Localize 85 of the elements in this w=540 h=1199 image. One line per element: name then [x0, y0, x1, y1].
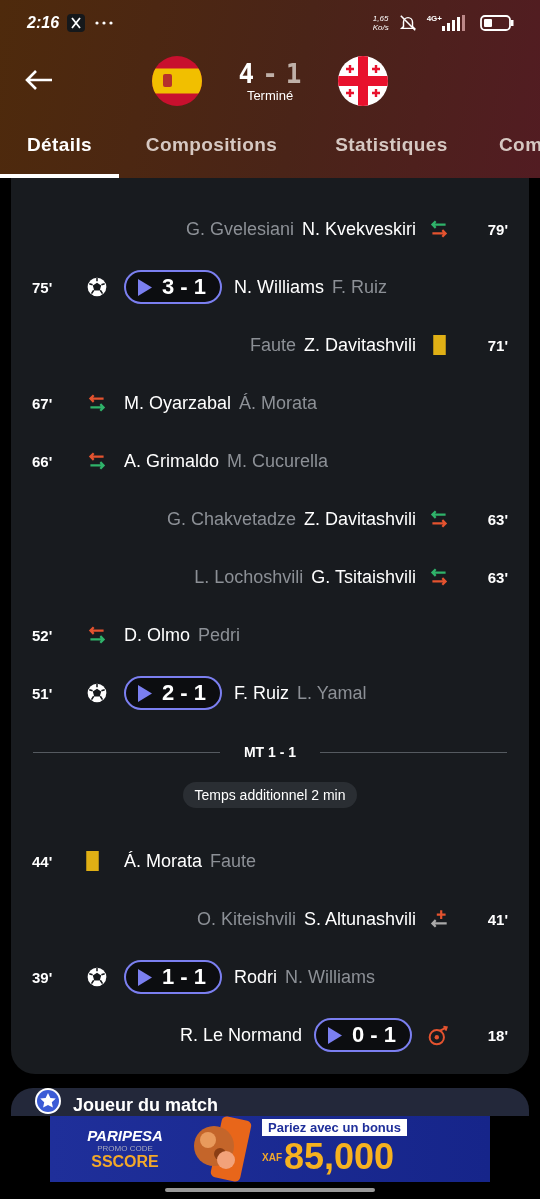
x-app-icon — [67, 14, 86, 32]
event-detail: G. Chakvetadze — [166, 508, 296, 530]
play-icon — [327, 1026, 342, 1044]
substitution-icon — [428, 566, 450, 588]
half-time-score: MT 1 - 1 — [243, 744, 297, 760]
player-of-match-card[interactable]: Joueur du match — [11, 1088, 529, 1116]
signal-icon — [440, 15, 466, 31]
currency-label: XAF — [262, 1151, 282, 1163]
event-minute: 44' — [32, 852, 54, 870]
ball-icon — [86, 276, 108, 298]
goal-replay-button[interactable]: 3 - 1 — [124, 270, 223, 304]
event-detail: L. Yamal — [297, 682, 367, 704]
player-name: R. Le Normand — [179, 1024, 302, 1046]
event-detail: F. Ruiz — [332, 276, 388, 298]
added-time-badge: Temps additionnel 2 min — [182, 782, 358, 808]
goal-replay-button[interactable]: 0 - 1 — [313, 1018, 412, 1052]
more-icon — [95, 21, 114, 25]
event-minute: 63' — [486, 568, 508, 586]
substitution-icon — [428, 218, 450, 240]
event-detail: N. Williams — [285, 966, 376, 988]
event-minute: 51' — [32, 684, 54, 702]
player-name: A. Grimaldo — [124, 450, 220, 472]
score-separator: - — [262, 59, 278, 88]
event-detail: M. Cucurella — [227, 450, 329, 472]
own-goal-icon — [428, 1024, 450, 1046]
network-speed: 1,65 Ko/s — [372, 14, 389, 32]
event-minute: 39' — [32, 968, 54, 986]
substitution-plus-icon — [428, 908, 450, 930]
event-detail: O. Kiteishvili — [196, 908, 296, 930]
bonus-amount: 85,000 — [284, 1136, 395, 1179]
ad-brand: PARIPESA — [87, 1126, 163, 1144]
georgia-flag-icon — [338, 56, 388, 106]
ball-icon — [86, 966, 108, 988]
section-title: Joueur du match — [73, 1093, 219, 1116]
booking-card-icon — [432, 335, 446, 355]
player-name: F. Ruiz — [234, 682, 290, 704]
event-minute: 18' — [486, 1026, 508, 1044]
status-time: 2:16 — [27, 14, 60, 32]
event-detail: Pedri — [198, 624, 241, 646]
substitution-icon — [86, 624, 108, 646]
promo-code: SSCORE — [91, 1152, 159, 1171]
player-name: N. Williams — [234, 276, 325, 298]
goal-replay-button[interactable]: 1 - 1 — [124, 960, 223, 994]
play-icon — [138, 684, 152, 702]
event-minute: 67' — [32, 394, 54, 412]
player-name: Á. Morata — [124, 850, 203, 872]
event-detail: L. Lochoshvili — [194, 566, 304, 588]
event-minute: 52' — [32, 626, 54, 644]
player-name: Rodri — [234, 966, 278, 988]
away-score: 1 — [285, 59, 302, 88]
event-minute: 79' — [486, 220, 508, 238]
play-icon — [138, 278, 152, 296]
player-name: D. Olmo — [124, 624, 190, 646]
event-minute: 41' — [486, 910, 508, 928]
player-name: G. Tsitaishvili — [311, 566, 416, 588]
match-status: Terminé — [246, 87, 294, 103]
tab[interactable]: Statistiques — [304, 116, 479, 178]
event-minute: 71' — [486, 336, 508, 354]
substitution-icon — [86, 450, 108, 472]
booking-card-icon — [86, 851, 99, 871]
substitution-icon — [86, 392, 108, 414]
play-icon — [138, 968, 152, 986]
event-detail: Faute — [249, 334, 296, 356]
battery-icon — [480, 15, 514, 31]
player-name: M. Oyarzabal — [124, 392, 232, 414]
substitution-icon — [428, 508, 450, 530]
event-detail: Faute — [210, 850, 257, 872]
goal-replay-button[interactable]: 2 - 1 — [124, 676, 223, 710]
event-detail: Á. Morata — [239, 392, 318, 414]
player-name: Z. Davitashvili — [303, 334, 416, 356]
player-name: N. Kvekveskiri — [301, 218, 416, 240]
tab[interactable]: Compositions — [119, 116, 304, 178]
player-name: S. Altunashvili — [303, 908, 416, 930]
event-minute: 66' — [32, 452, 54, 470]
home-score: 4 — [238, 59, 255, 88]
event-minute: 75' — [32, 278, 54, 296]
ad-headline: Pariez avec un bonus — [262, 1119, 407, 1137]
player-name: Z. Davitashvili — [303, 508, 416, 530]
event-minute: 63' — [486, 510, 508, 528]
promo-label: PROMO CODE — [97, 1143, 153, 1153]
event-detail: G. Gvelesiani — [185, 218, 294, 240]
spain-flag-icon — [152, 56, 202, 106]
star-icon — [33, 1088, 63, 1116]
ball-icon — [86, 682, 108, 704]
network-type: 4G+ — [426, 14, 442, 23]
